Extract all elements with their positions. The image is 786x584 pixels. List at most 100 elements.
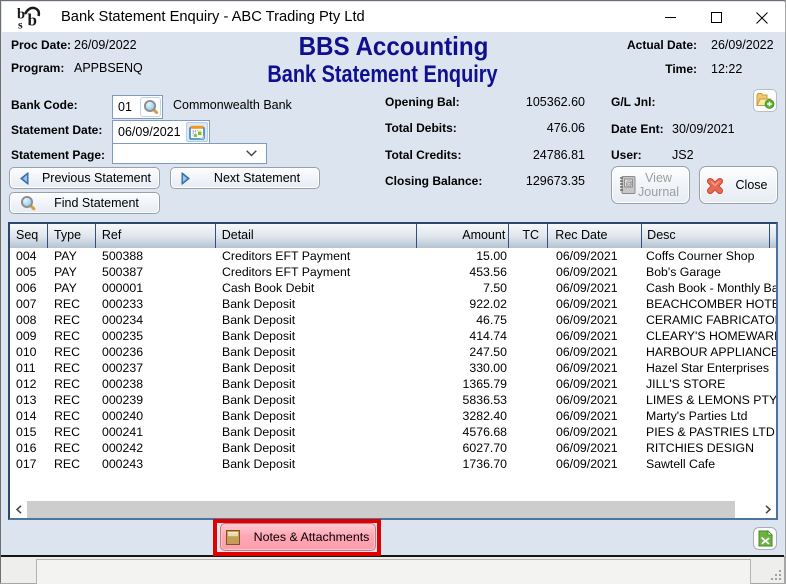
excel-export-button[interactable]	[753, 527, 777, 550]
left-triangle-icon	[20, 171, 29, 185]
red-x-icon	[707, 178, 723, 194]
col-header-desc[interactable]: Desc	[642, 224, 770, 248]
cell-detail: Creditors EFT Payment	[222, 249, 351, 263]
title-bar: b s b Bank Statement Enquiry - ABC Tradi…	[2, 2, 785, 33]
cell-recdate: 06/09/2021	[556, 409, 618, 423]
table-row[interactable]: 004 PAY 500388 Creditors EFT Payment 15.…	[10, 248, 776, 264]
cell-detail: Creditors EFT Payment	[222, 265, 351, 279]
col-header-recdate[interactable]: Rec Date	[548, 224, 643, 248]
gl-journal-button[interactable]	[753, 89, 777, 112]
view-journal-button[interactable]: @ View Journal	[611, 166, 690, 204]
table-row[interactable]: 005 PAY 500387 Creditors EFT Payment 453…	[10, 264, 776, 280]
cell-desc: CERAMIC FABRICATORS	[646, 313, 776, 327]
cell-tc	[510, 280, 549, 296]
table-row[interactable]: 008 REC 000234 Bank Deposit 46.75 06/09/…	[10, 312, 776, 328]
cell-type: REC	[54, 297, 80, 311]
bank-code-field[interactable]: 01	[112, 95, 163, 119]
cell-recdate: 06/09/2021	[556, 425, 618, 439]
table-row[interactable]: 017 REC 000243 Bank Deposit 1736.70 06/0…	[10, 456, 776, 472]
minimize-button[interactable]	[647, 2, 693, 33]
cell-type: REC	[54, 345, 80, 359]
cell-ref: 000234	[102, 313, 144, 327]
col-header-type[interactable]: Type	[48, 224, 96, 248]
table-row[interactable]: 009 REC 000235 Bank Deposit 414.74 06/09…	[10, 328, 776, 344]
cell-seq: 015	[16, 425, 37, 439]
cell-tc	[510, 392, 549, 408]
right-triangle-icon	[181, 171, 190, 185]
cell-seq: 016	[16, 441, 37, 455]
find-statement-button[interactable]: Find Statement	[9, 192, 160, 214]
cell-recdate: 06/09/2021	[556, 345, 618, 359]
statement-date-field[interactable]: 06/09/2021	[112, 120, 210, 144]
maximize-button[interactable]	[693, 2, 739, 33]
time-label: Time:	[665, 62, 697, 76]
scrollbar-thumb[interactable]	[27, 501, 735, 518]
table-row[interactable]: 015 REC 000241 Bank Deposit 4576.68 06/0…	[10, 424, 776, 440]
statement-page-dropdown[interactable]	[112, 143, 267, 164]
cell-amount: 1736.70	[462, 457, 507, 471]
cell-tc	[510, 440, 549, 456]
statement-table: Seq Type Ref Detail Amount TC Rec Date D…	[8, 222, 778, 520]
total-debits-value: 476.06	[546, 121, 585, 135]
cell-tc	[510, 264, 549, 280]
close-button[interactable]: Close	[699, 166, 778, 204]
next-statement-button[interactable]: Next Statement	[170, 167, 320, 189]
next-statement-label: Next Statement	[213, 171, 301, 185]
previous-statement-button[interactable]: Previous Statement	[9, 167, 160, 189]
col-header-seq[interactable]: Seq	[10, 224, 48, 248]
table-row[interactable]: 010 REC 000236 Bank Deposit 247.50 06/09…	[10, 344, 776, 360]
excel-export-icon	[758, 530, 773, 547]
cell-amount: 247.50	[469, 345, 507, 359]
cell-recdate: 06/09/2021	[556, 297, 618, 311]
statement-date-picker-button[interactable]	[186, 122, 208, 142]
table-row[interactable]: 007 REC 000233 Bank Deposit 922.02 06/09…	[10, 296, 776, 312]
scroll-right-button[interactable]	[759, 501, 776, 518]
cell-type: REC	[54, 457, 80, 471]
cell-amount: 15.00	[476, 249, 507, 263]
cell-seq: 017	[16, 457, 37, 471]
col-header-tc[interactable]: TC	[509, 224, 549, 248]
cell-desc: CLEARY'S HOMEWARES	[646, 329, 776, 343]
cell-type: REC	[54, 313, 80, 327]
cell-ref: 000235	[102, 329, 144, 343]
table-row[interactable]: 014 REC 000240 Bank Deposit 3282.40 06/0…	[10, 408, 776, 424]
cell-detail: Bank Deposit	[222, 361, 296, 375]
cell-recdate: 06/09/2021	[556, 457, 618, 471]
cell-ref: 000001	[102, 281, 144, 295]
chevron-right-icon	[764, 505, 771, 514]
cell-tc	[510, 344, 549, 360]
cell-detail: Bank Deposit	[222, 313, 296, 327]
time-value: 12:22	[711, 62, 743, 76]
cell-seq: 005	[16, 265, 37, 279]
close-window-button[interactable]	[739, 2, 785, 33]
horizontal-scrollbar[interactable]	[10, 501, 776, 518]
col-header-ref[interactable]: Ref	[96, 224, 216, 248]
cell-recdate: 06/09/2021	[556, 249, 618, 263]
chevron-left-icon	[15, 505, 22, 514]
table-row[interactable]: 012 REC 000238 Bank Deposit 1365.79 06/0…	[10, 376, 776, 392]
cell-tc	[510, 312, 549, 328]
cell-detail: Bank Deposit	[222, 409, 296, 423]
col-header-detail[interactable]: Detail	[216, 224, 418, 248]
resize-grip[interactable]	[770, 569, 783, 582]
table-row[interactable]: 011 REC 000237 Bank Deposit 330.00 06/09…	[10, 360, 776, 376]
cell-desc: Coffs Courner Shop	[646, 249, 755, 263]
cell-seq: 006	[16, 281, 37, 295]
cell-detail: Bank Deposit	[222, 297, 296, 311]
chevron-down-icon	[246, 150, 257, 157]
cell-seq: 013	[16, 393, 37, 407]
cell-recdate: 06/09/2021	[556, 441, 618, 455]
cell-seq: 011	[16, 361, 36, 375]
table-row[interactable]: 013 REC 000239 Bank Deposit 5836.53 06/0…	[10, 392, 776, 408]
journal-book-icon: @	[620, 176, 636, 194]
cell-amount: 414.74	[469, 329, 507, 343]
bank-code-lookup-button[interactable]	[140, 97, 161, 117]
scroll-left-button[interactable]	[10, 501, 27, 518]
col-header-filler	[770, 224, 776, 248]
bank-name: Commonwealth Bank	[173, 98, 292, 112]
table-row[interactable]: 006 PAY 000001 Cash Book Debit 7.50 06/0…	[10, 280, 776, 296]
cell-tc	[510, 408, 549, 424]
col-header-amount[interactable]: Amount	[417, 224, 510, 248]
table-row[interactable]: 016 REC 000242 Bank Deposit 6027.70 06/0…	[10, 440, 776, 456]
cell-type: PAY	[54, 249, 77, 263]
